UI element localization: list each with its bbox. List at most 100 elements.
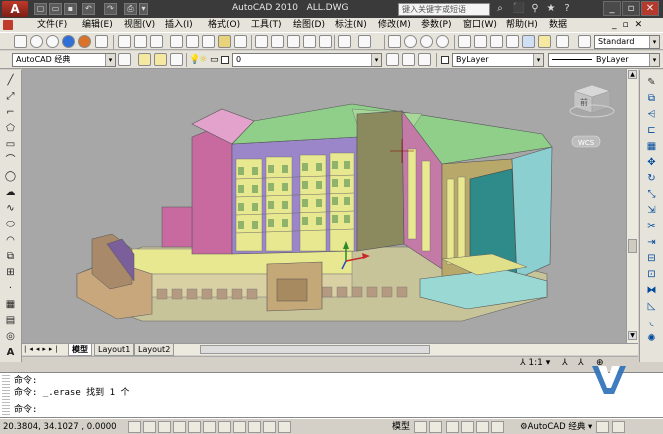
print-icon[interactable]: ⎙ <box>124 3 137 15</box>
sheet-set-icon[interactable] <box>506 35 519 48</box>
redo-toolbar-icon[interactable] <box>358 35 371 48</box>
ortho-mode-icon[interactable] <box>173 421 186 433</box>
horizontal-scrollbar[interactable] <box>200 345 430 354</box>
redo-icon[interactable]: ↷ <box>104 3 117 15</box>
break-icon[interactable]: ⊡ <box>644 268 659 281</box>
save-icon[interactable]: ▪ <box>64 3 77 15</box>
gradient-icon[interactable]: ▤ <box>3 314 18 327</box>
workspace-settings-icon[interactable] <box>118 53 131 66</box>
layer-state-icon[interactable] <box>154 53 167 66</box>
layer-select[interactable]: 0 ▾ <box>232 53 382 67</box>
plot-icon[interactable] <box>170 35 183 48</box>
close-button[interactable]: ✕ <box>641 1 659 16</box>
scale-icon[interactable]: ⤡ <box>644 188 659 201</box>
ellipse-arc-icon[interactable]: ◠ <box>3 234 18 247</box>
grid-display-icon[interactable] <box>158 421 171 433</box>
tab-layout2[interactable]: Layout2 <box>134 344 175 356</box>
rectangle-icon[interactable]: ▭ <box>3 138 18 151</box>
polyline-icon[interactable]: ⌐ <box>3 106 18 119</box>
command-prompt[interactable]: 命令: <box>14 405 37 416</box>
array-icon[interactable]: ▦ <box>644 140 659 153</box>
layer-properties-icon[interactable] <box>138 53 151 66</box>
ellipse-icon[interactable]: ⬭ <box>3 218 18 231</box>
showmotion-icon[interactable] <box>491 421 504 433</box>
auto-scale-icon[interactable]: ⅄ <box>578 358 584 368</box>
zoom-window-icon[interactable] <box>420 35 433 48</box>
coordinates-readout[interactable]: 20.3804, 34.1027 , 0.0000 <box>3 421 117 433</box>
fillet-icon[interactable]: ◟ <box>644 316 659 329</box>
pan-icon[interactable] <box>388 35 401 48</box>
quick-view-layouts-icon[interactable] <box>414 421 427 433</box>
subscription-center-icon[interactable]: ⬛ <box>512 2 526 16</box>
sun-icon[interactable]: ☼ <box>199 55 207 65</box>
paste-icon[interactable] <box>287 35 300 48</box>
zoom-realtime-icon[interactable] <box>404 35 417 48</box>
zoom-previous-icon[interactable] <box>436 35 449 48</box>
copy-object-icon[interactable]: ⧉ <box>644 92 659 105</box>
layer-color-swatch[interactable] <box>221 56 229 64</box>
maximize-button[interactable]: ▫ <box>622 1 640 16</box>
menu-edit[interactable]: 编辑(E) <box>82 19 113 31</box>
copy-icon[interactable] <box>271 35 284 48</box>
make-block-icon[interactable]: ⊞ <box>3 266 18 279</box>
command-window[interactable]: 命令: 命令: _.erase 找到 1 个 命令: <box>0 372 663 418</box>
annotation-visibility-icon[interactable]: ⅄ <box>562 358 568 368</box>
menu-view[interactable]: 视图(V) <box>124 19 155 31</box>
menu-help[interactable]: 帮助(H) <box>506 19 538 31</box>
quickcalc-icon[interactable] <box>538 35 551 48</box>
command-grip[interactable] <box>2 375 10 415</box>
menu-data[interactable]: 数据 <box>549 19 567 31</box>
dynamic-input-icon[interactable] <box>248 421 261 433</box>
3d-navigate-icon[interactable] <box>30 35 43 48</box>
erase-icon[interactable]: ✎ <box>644 76 659 89</box>
steering-wheel-icon[interactable] <box>476 421 489 433</box>
search-input[interactable]: 键入关键字或短语 <box>398 3 490 16</box>
search-icon[interactable]: ⌕ <box>493 2 507 16</box>
etransmit-icon[interactable] <box>234 35 247 48</box>
arc-icon[interactable]: ⌒ <box>3 154 18 167</box>
lock-icon[interactable] <box>596 421 609 433</box>
chamfer-icon[interactable]: ◺ <box>644 300 659 313</box>
quick-properties-icon[interactable] <box>278 421 291 433</box>
join-icon[interactable]: ⧓ <box>644 284 659 297</box>
cut-icon[interactable] <box>255 35 268 48</box>
match-properties-icon[interactable] <box>303 35 316 48</box>
wcs-menu[interactable]: WCS <box>571 135 601 148</box>
new-file-icon[interactable]: ▢ <box>34 3 47 15</box>
pan-status-icon[interactable] <box>446 421 459 433</box>
open-file-icon[interactable]: ▭ <box>49 3 62 15</box>
point-icon[interactable]: · <box>3 282 18 295</box>
zoom-status-icon[interactable] <box>461 421 474 433</box>
tool-palettes-icon[interactable] <box>490 35 503 48</box>
design-center-icon[interactable] <box>474 35 487 48</box>
markup-icon[interactable] <box>522 35 535 48</box>
help-icon[interactable]: ? <box>560 2 574 16</box>
3d-dwf-icon[interactable] <box>218 35 231 48</box>
tab-navigation-arrows[interactable]: |◂◂▸▸| <box>24 345 61 353</box>
qnew-icon[interactable] <box>118 35 131 48</box>
workspace-select[interactable]: AutoCAD 经典 ▾ <box>12 53 116 67</box>
publish-icon[interactable] <box>202 35 215 48</box>
drawing-icon[interactable] <box>3 20 13 30</box>
break-at-point-icon[interactable]: ⊟ <box>644 252 659 265</box>
block-editor-icon[interactable] <box>319 35 332 48</box>
stretch-icon[interactable]: ⇲ <box>644 204 659 217</box>
line-icon[interactable]: ╱ <box>3 74 18 87</box>
annotation-scale-label[interactable]: ⅄ 1:1 ▾ <box>520 358 550 368</box>
extend-icon[interactable]: ⇥ <box>644 236 659 249</box>
mirror-icon[interactable]: ⩤ <box>644 108 659 121</box>
color-select[interactable]: ByLayer ▾ <box>452 53 544 67</box>
menu-modify[interactable]: 修改(M) <box>378 19 411 31</box>
infer-constraints-icon[interactable] <box>128 421 141 433</box>
drawing-area[interactable]: 前 WCS <box>22 69 626 343</box>
vertical-scroll-thumb[interactable] <box>628 239 637 253</box>
trim-icon[interactable]: ✂ <box>644 220 659 233</box>
hatch-icon[interactable]: ▦ <box>3 298 18 311</box>
workspace-icon[interactable] <box>14 35 27 48</box>
menu-draw[interactable]: 绘图(D) <box>293 19 325 31</box>
quick-access-dropdown-icon[interactable]: ▾ <box>139 3 148 15</box>
lineweight-icon[interactable] <box>263 421 276 433</box>
menu-tools[interactable]: 工具(T) <box>251 19 282 31</box>
menu-window[interactable]: 窗口(W) <box>463 19 497 31</box>
properties-icon[interactable] <box>458 35 471 48</box>
